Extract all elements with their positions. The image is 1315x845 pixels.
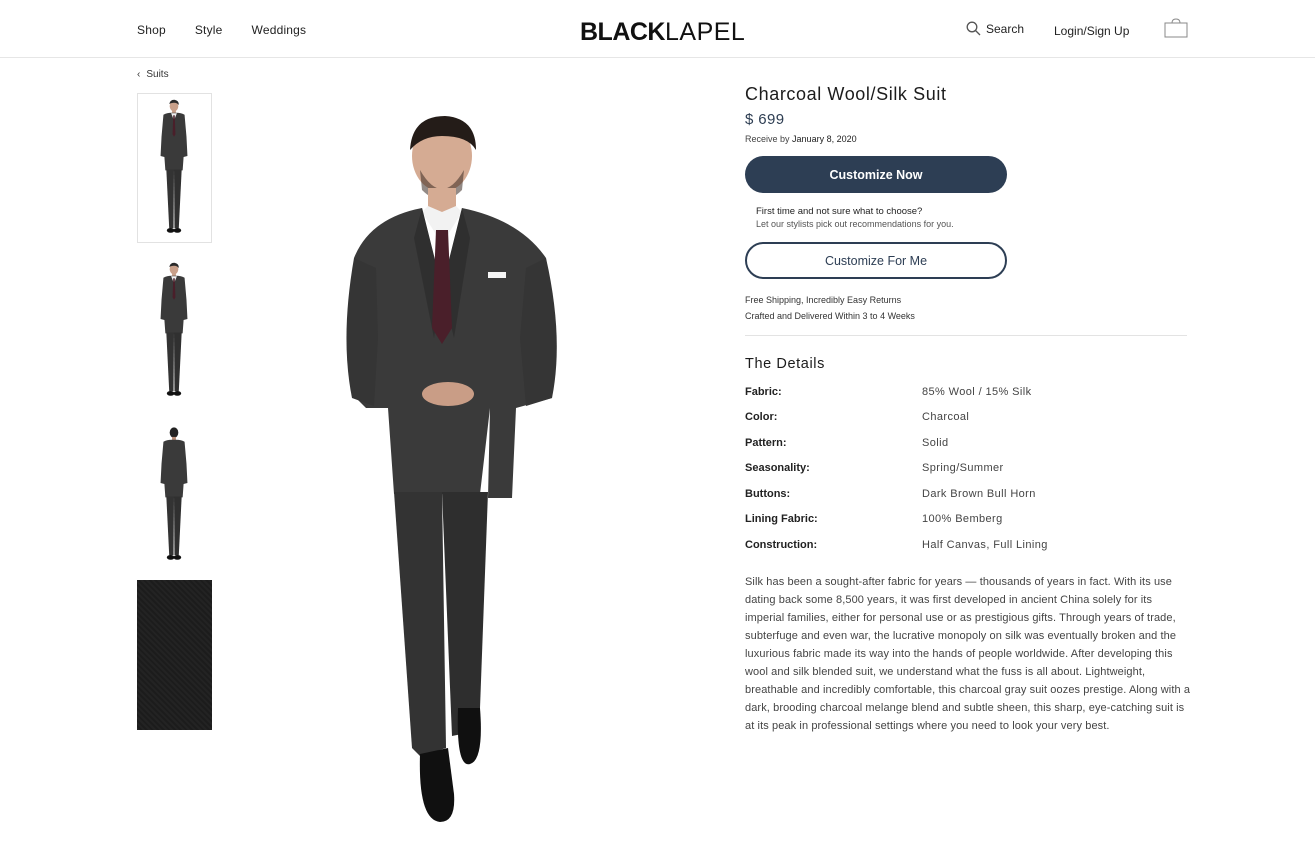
thumbnail-front-alt[interactable]	[137, 256, 212, 406]
shopping-bag-icon[interactable]	[1164, 18, 1188, 38]
thumbnail-front[interactable]	[137, 93, 212, 243]
login-signup-link[interactable]: Login/Sign Up	[1054, 24, 1129, 38]
first-time-text: First time and not sure what to choose?	[756, 206, 923, 217]
detail-label: Buttons:	[745, 488, 791, 500]
receive-prefix: Receive by	[745, 134, 790, 144]
stylist-text: Let our stylists pick out recommendation…	[756, 219, 954, 229]
crafted-text: Crafted and Delivered Within 3 to 4 Week…	[745, 311, 915, 321]
thumbnail-fabric-swatch[interactable]	[137, 580, 212, 730]
receive-date: January 8, 2020	[792, 134, 857, 144]
free-shipping-text: Free Shipping, Incredibly Easy Returns	[745, 295, 902, 305]
suit-model-back-image	[160, 427, 188, 560]
logo-lapel: LAPEL	[665, 18, 746, 46]
customize-for-me-button[interactable]: Customize For Me	[745, 242, 1007, 279]
detail-label: Fabric:	[745, 386, 782, 398]
breadcrumb[interactable]: ‹ Suits	[137, 69, 169, 80]
search-label: Search	[986, 21, 1025, 36]
suit-model-image	[346, 116, 557, 822]
logo-black: BLACK	[580, 18, 666, 46]
customize-now-button[interactable]: Customize Now	[745, 156, 1007, 193]
detail-value: Half Canvas, Full Lining	[922, 539, 1048, 551]
chevron-left-icon: ‹	[137, 69, 141, 80]
detail-value: Dark Brown Bull Horn	[922, 488, 1036, 500]
product-description: Silk has been a sought-after fabric for …	[745, 576, 1191, 732]
main-nav: Shop Style Weddings	[137, 23, 306, 37]
product-price: $ 699	[745, 111, 785, 128]
breadcrumb-suits: Suits	[146, 69, 169, 80]
detail-value: 100% Bemberg	[922, 513, 1003, 525]
detail-label: Pattern:	[745, 437, 787, 449]
detail-value: 85% Wool / 15% Silk	[922, 386, 1032, 398]
search-icon	[966, 21, 981, 36]
product-title: Charcoal Wool/Silk Suit	[745, 84, 947, 104]
nav-weddings[interactable]: Weddings	[252, 23, 307, 37]
site-header: Shop Style Weddings BLACKLAPEL Search Lo…	[0, 0, 1315, 58]
shipping-info: Free Shipping, Incredibly Easy Returns C…	[745, 292, 915, 324]
suit-model-image	[160, 262, 188, 396]
search-button[interactable]: Search	[966, 21, 1024, 36]
detail-value: Charcoal	[922, 411, 970, 423]
nav-style[interactable]: Style	[195, 23, 223, 37]
detail-label: Color:	[745, 411, 778, 423]
divider	[745, 335, 1187, 336]
delivery-estimate: Receive by January 8, 2020	[745, 134, 857, 144]
nav-shop[interactable]: Shop	[137, 23, 166, 37]
detail-label: Seasonality:	[745, 462, 810, 474]
hero-product-image	[330, 108, 580, 828]
suit-model-image	[160, 99, 188, 233]
stylist-prompt: First time and not sure what to choose? …	[756, 205, 954, 231]
detail-value: Solid	[922, 437, 949, 449]
thumbnail-back[interactable]	[137, 420, 212, 570]
detail-label: Lining Fabric:	[745, 513, 818, 525]
detail-label: Construction:	[745, 539, 818, 551]
detail-value: Spring/Summer	[922, 462, 1004, 474]
brand-logo[interactable]: BLACKLAPEL	[580, 17, 745, 47]
details-heading: The Details	[745, 356, 825, 372]
header-actions: Search Login/Sign Up	[966, 18, 1188, 38]
